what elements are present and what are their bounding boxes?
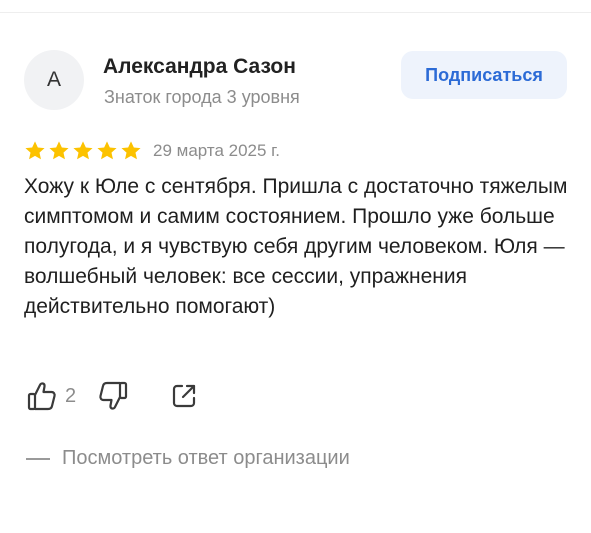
like-button[interactable]: 2	[27, 380, 76, 412]
avatar-initial: А	[46, 68, 61, 91]
share-button[interactable]	[170, 382, 198, 410]
view-response-label: Посмотреть ответ организации	[62, 447, 350, 469]
like-count: 2	[65, 384, 77, 407]
star-icon	[25, 141, 45, 160]
star-icon	[49, 141, 69, 160]
review-date: 29 марта 2025 г.	[153, 141, 281, 160]
star-rating	[24, 140, 142, 162]
review-card: А Александра Сазон Знаток города 3 уровн…	[0, 0, 591, 533]
star-icon	[73, 141, 93, 160]
dash-divider	[26, 457, 50, 460]
author-level: Знаток города 3 уровня	[104, 87, 300, 107]
author-name[interactable]: Александра Сазон	[103, 55, 296, 79]
review-header: А Александра Сазон Знаток города 3 уровн…	[24, 48, 569, 110]
view-response-link[interactable]: Посмотреть ответ организации	[26, 447, 350, 470]
star-icon	[97, 141, 117, 160]
share-icon	[173, 384, 196, 408]
dislike-button[interactable]	[98, 380, 128, 412]
review-text: Хожу к Юле с сентября. Пришла с достаточ…	[24, 175, 568, 318]
subscribe-button[interactable]: Подписаться	[401, 51, 567, 99]
rating-row: 29 марта 2025 г.	[24, 139, 280, 163]
avatar[interactable]: А	[24, 50, 84, 110]
review-actions: 2	[27, 378, 198, 414]
thumbs-down-icon	[99, 381, 128, 410]
star-icon	[121, 141, 141, 160]
top-divider	[0, 12, 591, 13]
thumbs-up-icon	[27, 382, 56, 411]
